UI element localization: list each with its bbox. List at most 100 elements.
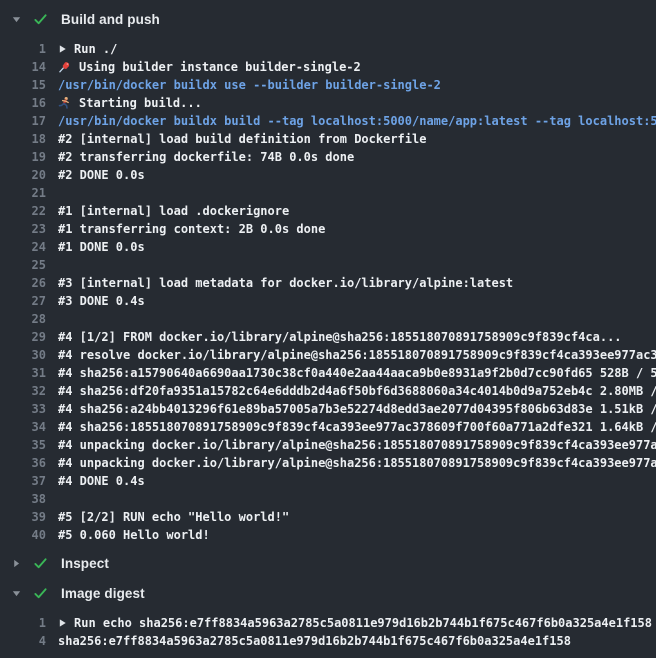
log-line-content: sha256:e7ff8834a5963a2785c5a0811e979d16b…: [58, 632, 571, 650]
log-line: 27 #3 DONE 0.4s: [0, 292, 656, 310]
play-icon[interactable]: [58, 44, 67, 54]
log-line: 22 #1 [internal] load .dockerignore: [0, 202, 656, 220]
line-number[interactable]: 35: [0, 436, 46, 454]
log-line: 17/usr/bin/docker buildx build --tag loc…: [0, 112, 656, 130]
log-lines: 1 Run ./ 14 Using builder instance builder-…: [0, 34, 656, 548]
log-line: 23 #1 transferring context: 2B 0.0s done: [0, 220, 656, 238]
log-line: 21: [0, 184, 656, 202]
log-line-content: #4 sha256:df20fa9351a15782c64e6dddb2d4a6…: [58, 382, 656, 400]
log-line-content: #2 transferring dockerfile: 74B 0.0s don…: [58, 148, 354, 166]
log-line-content: #4 unpacking docker.io/library/alpine@sh…: [58, 454, 656, 472]
section-header-inspect[interactable]: Inspect: [0, 548, 656, 578]
log-line-content: /usr/bin/docker buildx use --builder bui…: [58, 76, 441, 94]
line-number[interactable]: 18: [0, 130, 46, 148]
line-number[interactable]: 36: [0, 454, 46, 472]
log-text: /usr/bin/docker buildx build --tag local…: [58, 112, 656, 130]
log-line: 24 #1 DONE 0.0s: [0, 238, 656, 256]
log-line: 29#4 [1/2] FROM docker.io/library/alpine…: [0, 328, 656, 346]
log-line: 25: [0, 256, 656, 274]
line-number[interactable]: 1: [0, 40, 46, 58]
line-number[interactable]: 30: [0, 346, 46, 364]
section-title: Image digest: [61, 586, 145, 601]
log-text: #3 DONE 0.4s: [58, 292, 145, 310]
log-text: /usr/bin/docker buildx use --builder bui…: [58, 76, 441, 94]
chevron-right-icon[interactable]: [10, 557, 22, 569]
log-line-content: #2 DONE 0.0s: [58, 166, 145, 184]
log-text: #4 sha256:a24bb4013296f61e89ba57005a7b3e…: [58, 400, 656, 418]
log-line-content: #1 DONE 0.0s: [58, 238, 145, 256]
line-number[interactable]: 1: [0, 614, 46, 632]
log-line-content: #4 sha256:185518070891758909c9f839cf4ca3…: [58, 418, 656, 436]
log-text: #5 0.060 Hello world!: [58, 526, 210, 544]
log-line: 34 #4 sha256:185518070891758909c9f839cf4c…: [0, 418, 656, 436]
log-line-content: #3 DONE 0.4s: [58, 292, 145, 310]
log-text: #4 sha256:a15790640a6690aa1730c38cf0a440…: [58, 364, 656, 382]
line-number[interactable]: 21: [0, 184, 46, 202]
log-text: #4 sha256:df20fa9351a15782c64e6dddb2d4a6…: [58, 382, 656, 400]
line-number[interactable]: 23: [0, 220, 46, 238]
line-number[interactable]: 27: [0, 292, 46, 310]
log-line: 26 #3 [internal] load metadata for docker…: [0, 274, 656, 292]
line-number[interactable]: 22: [0, 202, 46, 220]
log-text: #3 [internal] load metadata for docker.i…: [58, 274, 513, 292]
section-inspect: Inspect: [0, 548, 656, 578]
log-line-content: #4 sha256:a15790640a6690aa1730c38cf0a440…: [58, 364, 656, 382]
line-number[interactable]: 14: [0, 58, 46, 76]
section-title: Inspect: [61, 556, 109, 571]
log-line-content: Run ./: [58, 40, 117, 58]
line-number[interactable]: 25: [0, 256, 46, 274]
line-number[interactable]: 26: [0, 274, 46, 292]
line-number[interactable]: 32: [0, 382, 46, 400]
line-number[interactable]: 39: [0, 508, 46, 526]
log-text: #5 [2/2] RUN echo "Hello world!": [58, 508, 289, 526]
log-text: #2 [internal] load build definition from…: [58, 130, 426, 148]
log-line-content: #4 resolve docker.io/library/alpine@sha2…: [58, 346, 656, 364]
line-number[interactable]: 20: [0, 166, 46, 184]
line-number[interactable]: 19: [0, 148, 46, 166]
line-number[interactable]: 29: [0, 328, 46, 346]
play-icon[interactable]: [58, 618, 67, 628]
log-line-content: #1 [internal] load .dockerignore: [58, 202, 289, 220]
log-line: 1Run echo sha256:e7ff8834a5963a2785c5a08…: [0, 614, 656, 632]
log-line-content: #2 [internal] load build definition from…: [58, 130, 426, 148]
workflow-log-viewer: Build and push1Run ./14Using builder ins…: [0, 0, 656, 658]
log-lines: 1Run echo sha256:e7ff8834a5963a2785c5a08…: [0, 608, 656, 654]
line-number[interactable]: 31: [0, 364, 46, 382]
line-number[interactable]: 28: [0, 310, 46, 328]
section-header-image-digest[interactable]: Image digest: [0, 578, 656, 608]
check-icon: [32, 585, 48, 601]
line-number[interactable]: 34: [0, 418, 46, 436]
line-number[interactable]: 16: [0, 94, 46, 112]
line-number[interactable]: 15: [0, 76, 46, 94]
chevron-down-icon[interactable]: [10, 587, 22, 599]
log-text: #1 transferring context: 2B 0.0s done: [58, 220, 325, 238]
log-text: #1 [internal] load .dockerignore: [58, 202, 289, 220]
log-line: 40 #5 0.060 Hello world!: [0, 526, 656, 544]
log-line-content: #3 [internal] load metadata for docker.i…: [58, 274, 513, 292]
log-text: #2 transferring dockerfile: 74B 0.0s don…: [58, 148, 354, 166]
line-number[interactable]: 37: [0, 472, 46, 490]
line-number[interactable]: 33: [0, 400, 46, 418]
line-number[interactable]: 24: [0, 238, 46, 256]
log-line: 18 #2 [internal] load build definition fr…: [0, 130, 656, 148]
section-header-build-and-push[interactable]: Build and push: [0, 4, 656, 34]
line-number[interactable]: 40: [0, 526, 46, 544]
log-text: Run ./: [74, 40, 117, 58]
line-number[interactable]: 38: [0, 490, 46, 508]
log-line: 33 #4 sha256:a24bb4013296f61e89ba57005a7b…: [0, 400, 656, 418]
line-number[interactable]: 17: [0, 112, 46, 130]
log-text: #4 DONE 0.4s: [58, 472, 145, 490]
log-line: 37 #4 DONE 0.4s: [0, 472, 656, 490]
log-text: Using builder instance builder-single-2: [79, 58, 361, 76]
pushpin-icon: [58, 60, 71, 74]
log-line: 4 sha256:e7ff8834a5963a2785c5a0811e979d16…: [0, 632, 656, 650]
chevron-down-icon[interactable]: [10, 13, 22, 25]
log-line-content: Starting build...: [58, 94, 202, 112]
log-line: 28: [0, 310, 656, 328]
log-line: 14 Using builder instance builder-single-…: [0, 58, 656, 76]
log-line-content: #4 unpacking docker.io/library/alpine@sh…: [58, 436, 656, 454]
log-text: #1 DONE 0.0s: [58, 238, 145, 256]
log-line: 1 Run ./: [0, 40, 656, 58]
log-line-content: #5 0.060 Hello world!: [58, 526, 210, 544]
line-number[interactable]: 4: [0, 632, 46, 650]
